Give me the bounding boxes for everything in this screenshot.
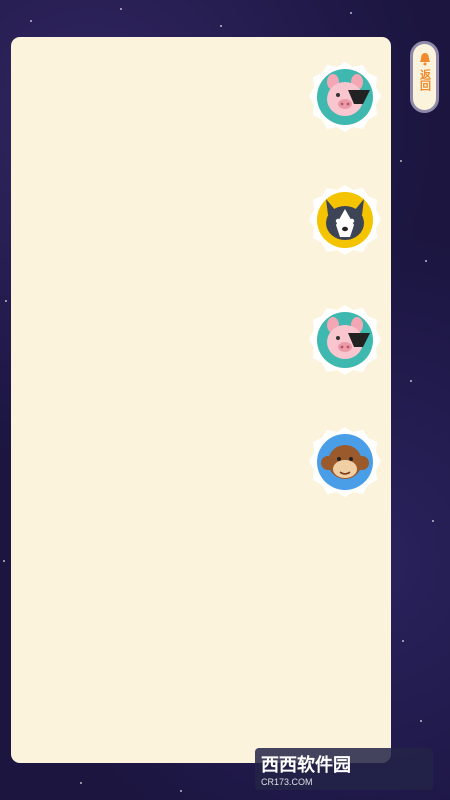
animal-tile-monkey[interactable] bbox=[308, 425, 382, 499]
bell-icon bbox=[419, 53, 430, 66]
monkey-icon bbox=[309, 427, 381, 497]
animal-tile-husky[interactable] bbox=[308, 183, 382, 257]
animal-tile-pig[interactable] bbox=[308, 303, 382, 377]
watermark-url: CR173.COM bbox=[261, 777, 313, 787]
pig-icon bbox=[309, 305, 381, 375]
back-button[interactable]: 返回 bbox=[410, 41, 439, 113]
back-button-label: 返回 bbox=[418, 69, 432, 91]
animal-tile-pig[interactable] bbox=[308, 60, 382, 134]
watermark-brand: 西西软件园 bbox=[261, 755, 351, 775]
game-board-panel bbox=[11, 37, 391, 763]
husky-icon bbox=[309, 185, 381, 255]
watermark-badge: 西西软件园 CR173.COM bbox=[255, 748, 433, 790]
pig-icon bbox=[309, 62, 381, 132]
